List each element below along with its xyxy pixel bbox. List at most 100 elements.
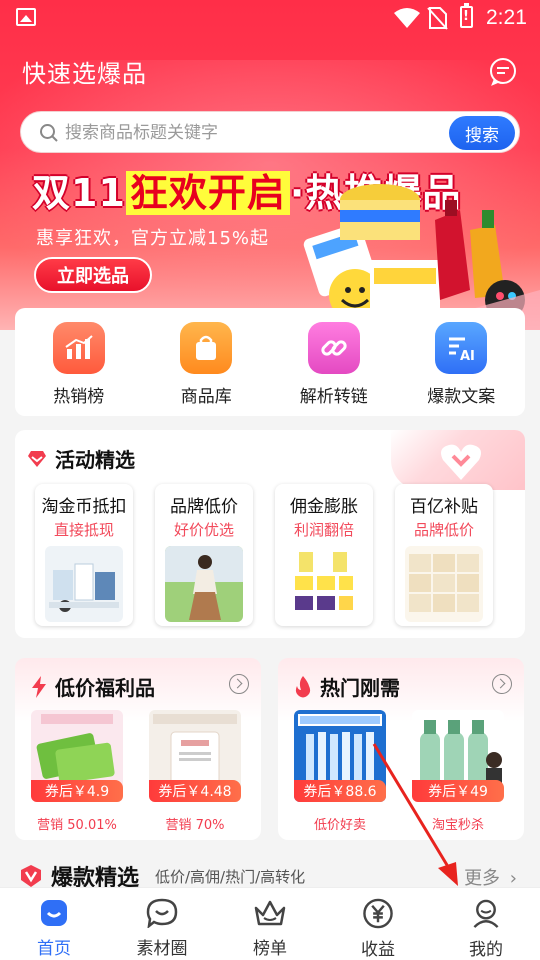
link-icon <box>307 322 360 374</box>
bottom-tab-bar: 首页 素材圈 榜单 收益 我的 <box>0 887 540 960</box>
activity-card[interactable]: 佣金膨胀 利润翻倍 <box>275 484 373 626</box>
quick-nav-product-library[interactable]: 商品库 <box>151 322 261 416</box>
hot-picks-header: 爆款精选 低价/高佣/热门/高转化 更多 › <box>15 858 525 891</box>
search-bar: 搜索 <box>20 111 520 153</box>
wifi-icon <box>394 8 420 28</box>
product-image <box>165 546 243 622</box>
quick-nav: 热销榜 商品库 解析转链 AI 爆款文案 <box>15 308 525 416</box>
bar-chart-icon <box>52 322 105 374</box>
tab-label: 榜单 <box>253 939 287 959</box>
tab-label: 收益 <box>361 940 395 960</box>
select-now-button[interactable]: 立即选品 <box>34 257 152 293</box>
hero-banner: 2:21 快速选爆品 搜索 双11狂欢开启·热推爆品 惠享狂欢，官方立减15%起… <box>0 0 540 330</box>
activity-card-title: 品牌低价 <box>170 497 238 517</box>
price-tag: 券后￥4.48 <box>149 780 241 802</box>
heart-icon <box>441 444 481 480</box>
tab-label: 首页 <box>37 939 71 959</box>
activity-card-subtitle: 好价优选 <box>173 521 234 539</box>
price-tag: 券后￥88.6 <box>294 780 386 802</box>
tab-earnings[interactable]: 收益 <box>328 888 428 960</box>
product-image: 券后￥88.6 <box>294 710 386 802</box>
clock: 2:21 <box>486 6 527 29</box>
svg-text:AI: AI <box>460 349 475 363</box>
battery-icon <box>460 3 473 28</box>
banner-headline-highlight: 狂欢开启 <box>125 171 290 215</box>
more-link-label: 更多 <box>464 868 501 889</box>
chat-bubble-icon <box>146 898 178 928</box>
banner-subtitle: 惠享狂欢，官方立减15%起 <box>36 228 270 249</box>
price-tag: 券后￥49 <box>412 780 504 802</box>
product-caption: 低价好卖 <box>313 818 366 833</box>
quick-nav-label: 热销榜 <box>53 387 105 407</box>
ai-document-icon: AI <box>435 322 488 374</box>
section-title-text: 活动精选 <box>55 448 135 472</box>
product-caption: 营销 70% <box>165 818 225 833</box>
product-caption: 淘宝秒杀 <box>431 818 484 833</box>
diamond-heart-icon <box>28 450 46 467</box>
product-item[interactable]: 券后￥4.9 营销 50.01% <box>31 710 123 833</box>
lightning-icon <box>32 675 46 698</box>
tab-home[interactable]: 首页 <box>4 888 104 960</box>
product-item[interactable]: 券后￥49 淘宝秒杀 <box>412 710 504 833</box>
yen-coin-icon <box>363 898 393 929</box>
gallery-icon <box>16 8 36 26</box>
section-tags: 低价/高佣/热门/高转化 <box>155 868 306 886</box>
activity-card[interactable]: 品牌低价 好价优选 <box>155 484 253 626</box>
search-input[interactable] <box>65 120 395 146</box>
price-tag: 券后￥4.9 <box>31 780 123 802</box>
product-image <box>45 546 123 622</box>
quick-nav-hot-list[interactable]: 热销榜 <box>24 322 134 416</box>
tab-rankings[interactable]: 榜单 <box>220 888 320 960</box>
shopping-bag-icon <box>180 322 233 374</box>
tab-label: 我的 <box>469 940 503 960</box>
activity-cards: 淘金币抵扣 直接抵现 品牌低价 好价优选 佣金膨胀 利润翻倍 百亿补贴 品牌低价 <box>35 484 493 626</box>
crown-icon <box>254 900 286 926</box>
no-sim-icon <box>427 7 448 30</box>
quick-nav-ai-copy[interactable]: AI 爆款文案 <box>406 322 516 416</box>
chevron-right-icon[interactable] <box>229 674 249 694</box>
card-title: 低价福利品 <box>55 676 155 700</box>
product-image <box>285 546 363 622</box>
tab-materials[interactable]: 素材圈 <box>112 888 212 960</box>
tab-label: 素材圈 <box>136 939 188 959</box>
message-icon[interactable] <box>488 58 518 86</box>
product-item[interactable]: 券后￥4.48 营销 70% <box>149 710 241 833</box>
quick-nav-label: 商品库 <box>180 387 232 407</box>
cheap-deals-card[interactable]: 低价福利品 券后￥4.9 营销 50.01% 券后￥4.48 营销 70% <box>15 658 261 840</box>
activity-card-title: 佣金膨胀 <box>290 497 358 517</box>
status-bar: 2:21 <box>0 0 540 36</box>
quick-nav-label: 解析转链 <box>299 387 368 407</box>
card-items: 券后￥4.9 营销 50.01% 券后￥4.48 营销 70% <box>31 710 241 833</box>
chevron-right-icon[interactable] <box>492 674 512 694</box>
card-header: 热门刚需 <box>294 672 400 701</box>
card-items: 券后￥88.6 低价好卖 券后￥49 淘宝秒杀 <box>294 710 504 833</box>
card-header: 低价福利品 <box>31 672 155 701</box>
quick-nav-label: 爆款文案 <box>427 387 496 407</box>
banner-headline-part1: 双11 <box>32 171 126 215</box>
activity-card-title: 淘金币抵扣 <box>41 497 127 517</box>
activity-card-subtitle: 品牌低价 <box>413 521 474 539</box>
activity-card-subtitle: 利润翻倍 <box>293 521 354 539</box>
home-icon <box>41 900 67 926</box>
v-badge-icon <box>21 865 41 887</box>
chevron-right-icon: › <box>509 868 517 889</box>
product-image: 券后￥4.9 <box>31 710 123 802</box>
search-button[interactable]: 搜索 <box>449 116 515 150</box>
product-item[interactable]: 券后￥88.6 低价好卖 <box>294 710 386 833</box>
activity-card-title: 百亿补贴 <box>410 497 478 517</box>
search-icon <box>40 124 58 142</box>
product-image: 券后￥49 <box>412 710 504 802</box>
tab-profile[interactable]: 我的 <box>436 888 536 960</box>
activity-card-subtitle: 直接抵现 <box>53 521 114 539</box>
activity-section: 活动精选 淘金币抵扣 直接抵现 品牌低价 好价优选 佣金膨胀 利润翻倍 百亿补贴… <box>15 430 525 638</box>
activity-card[interactable]: 淘金币抵扣 直接抵现 <box>35 484 133 626</box>
hot-essentials-card[interactable]: 热门刚需 券后￥88.6 低价好卖 券后￥49 淘宝秒杀 <box>278 658 524 840</box>
product-image <box>405 546 483 622</box>
card-title: 热门刚需 <box>320 676 400 700</box>
product-caption: 营销 50.01% <box>37 818 117 833</box>
flame-icon <box>295 675 311 697</box>
activity-card[interactable]: 百亿补贴 品牌低价 <box>395 484 493 626</box>
quick-nav-link-convert[interactable]: 解析转链 <box>279 322 389 416</box>
page-title: 快速选爆品 <box>22 60 147 88</box>
user-icon <box>473 899 499 928</box>
